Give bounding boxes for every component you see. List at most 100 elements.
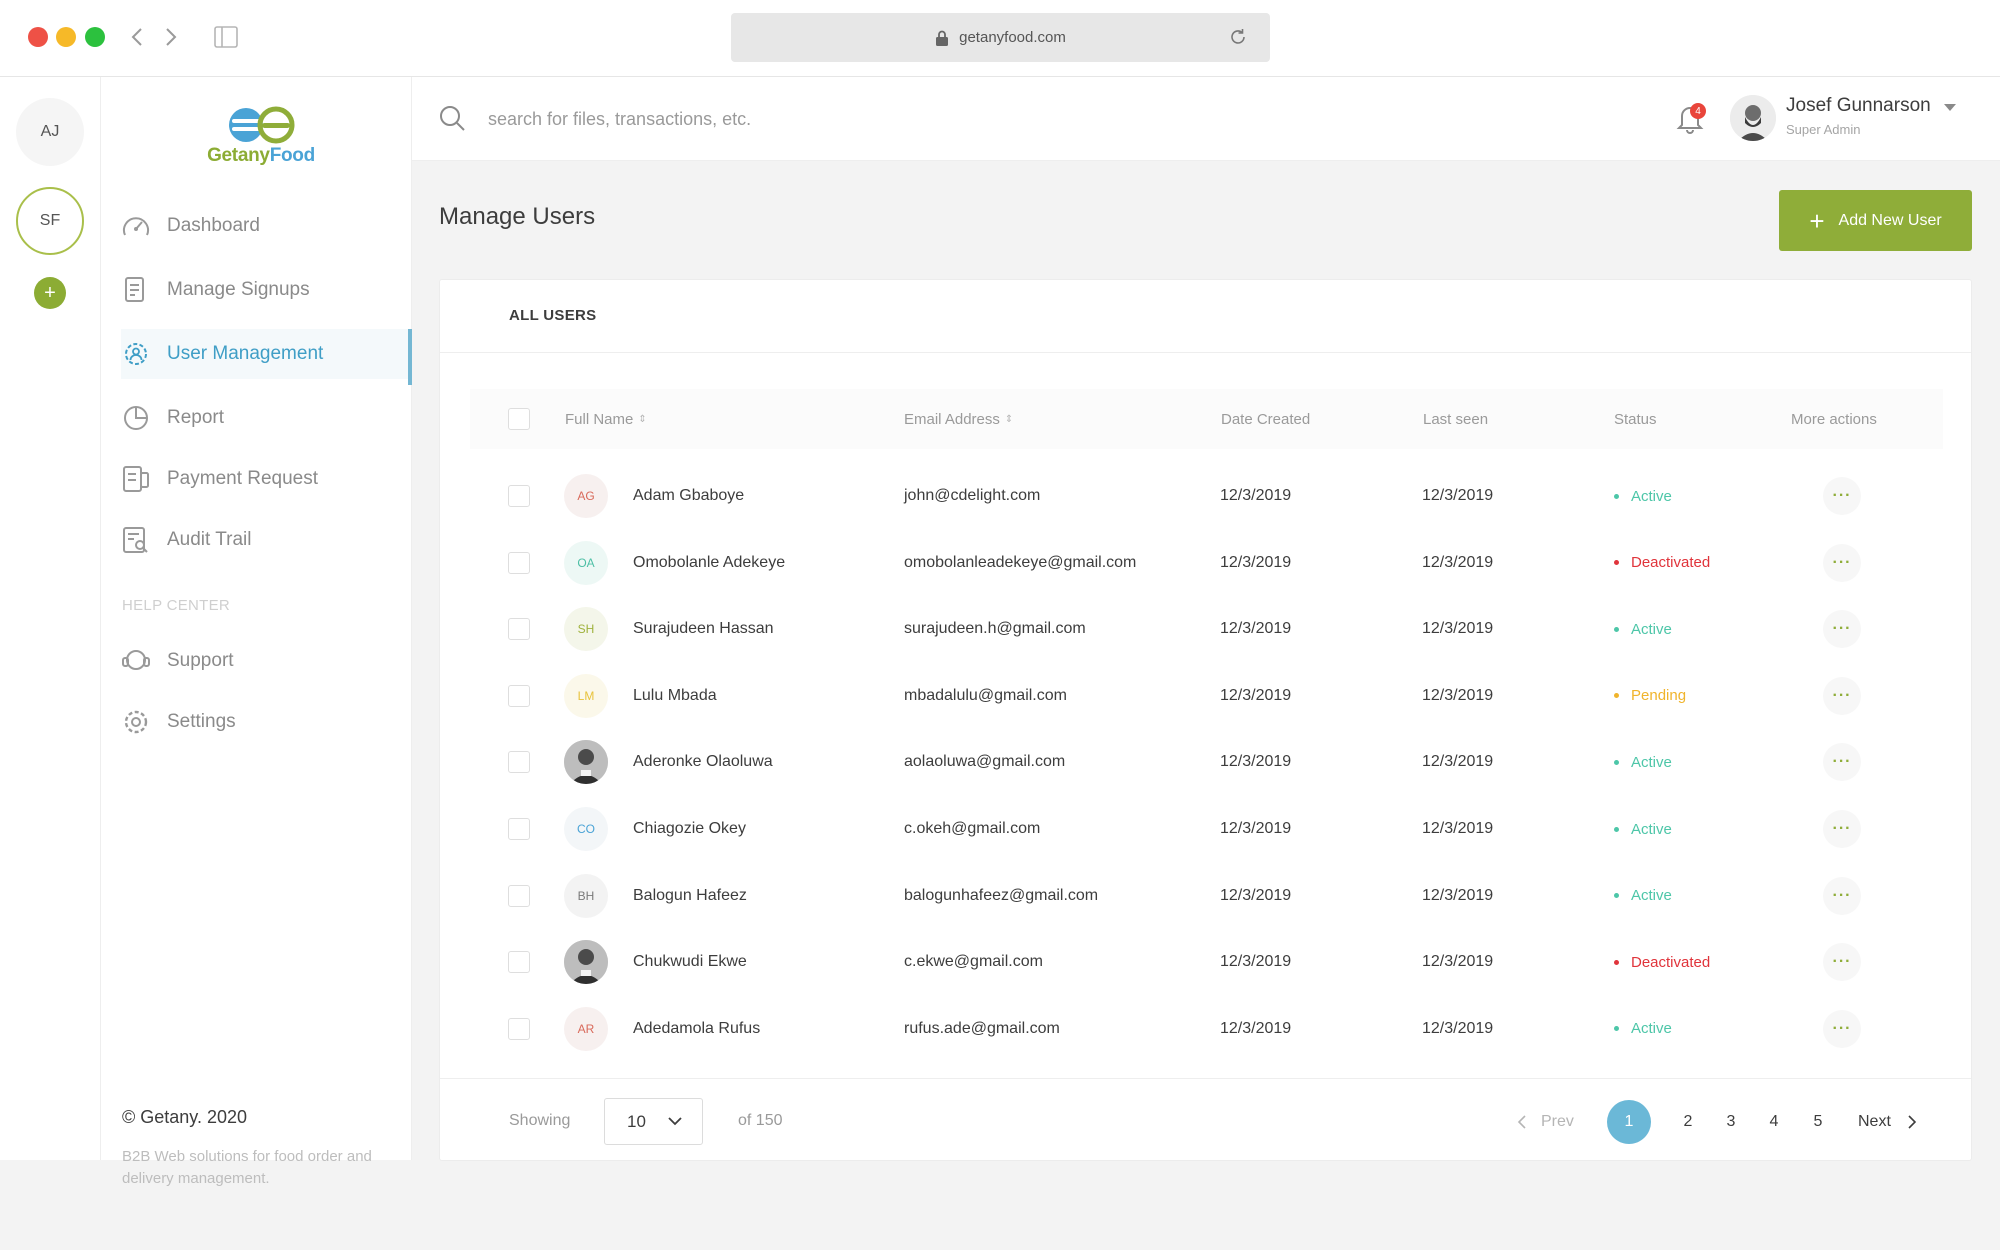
more-actions-button[interactable]: ··· bbox=[1823, 943, 1861, 982]
page-size-select[interactable]: 10 bbox=[604, 1098, 703, 1145]
chevron-down-icon bbox=[668, 1117, 682, 1126]
table-row[interactable]: LM Lulu Mbada mbadalulu@gmail.com 12/3/2019… bbox=[440, 663, 1973, 729]
sidebar-item-manage-signups[interactable]: Manage Signups bbox=[121, 265, 412, 315]
sidebar-item-support[interactable]: Support bbox=[121, 636, 412, 686]
maximize-window-button[interactable] bbox=[85, 27, 105, 47]
table-header: Full Name ⇕ Email Address ⇕ Date Created L… bbox=[470, 389, 1943, 449]
last-seen-cell: 12/3/2019 bbox=[1422, 487, 1494, 504]
sort-icon: ⇕ bbox=[638, 413, 647, 425]
sidebar-item-report[interactable]: Report bbox=[121, 393, 412, 443]
table-row[interactable]: Aderonke Olaoluwa aolaoluwa@gmail.com 12/3… bbox=[440, 729, 1973, 795]
address-bar[interactable]: getanyfood.com bbox=[731, 13, 1270, 62]
reload-icon[interactable] bbox=[1228, 27, 1248, 47]
lock-icon bbox=[936, 30, 949, 46]
brand-name: GetanyFood bbox=[207, 145, 315, 166]
email-cell: mbadalulu@gmail.com bbox=[904, 686, 1067, 704]
sidebar-item-user-management[interactable]: User Management bbox=[121, 329, 412, 385]
headset-icon bbox=[121, 646, 151, 676]
status-badge: Pending bbox=[1614, 663, 1686, 729]
table-row[interactable]: AG Adam Gbaboye john@cdelight.com 12/3/2019… bbox=[440, 463, 1973, 529]
users-card: ALL USERS Full Name ⇕ Email Address ⇕ Date… bbox=[439, 279, 1972, 1161]
avatar-initials: AR bbox=[564, 1006, 608, 1051]
more-actions-button[interactable]: ··· bbox=[1823, 743, 1861, 782]
avatar[interactable] bbox=[1730, 95, 1776, 141]
sidebar-item-dashboard[interactable]: Dashboard bbox=[121, 201, 412, 251]
row-checkbox[interactable] bbox=[508, 951, 530, 974]
page-button-2[interactable]: 2 bbox=[1666, 1100, 1710, 1144]
sidebar-item-payment-request[interactable]: Payment Request bbox=[121, 454, 412, 504]
sidebar-item-audit-trail[interactable]: Audit Trail bbox=[121, 515, 412, 565]
status-badge: Deactivated bbox=[1614, 929, 1710, 995]
email-cell: balogunhafeez@gmail.com bbox=[904, 886, 1099, 904]
table-row[interactable]: BH Balogun Hafeez balogunhafeez@gmail.com 1… bbox=[440, 863, 1973, 929]
last-seen-cell: 12/3/2019 bbox=[1422, 820, 1494, 837]
column-header-email[interactable]: Email Address ⇕ bbox=[904, 389, 1013, 449]
search-input[interactable] bbox=[488, 101, 1088, 137]
more-actions-button[interactable]: ··· bbox=[1823, 543, 1861, 582]
prev-page-button[interactable]: Prev bbox=[1517, 1100, 1574, 1144]
more-actions-button[interactable]: ··· bbox=[1823, 1009, 1861, 1048]
last-seen-cell: 12/3/2019 bbox=[1422, 886, 1494, 904]
status-dot bbox=[1614, 759, 1619, 765]
table-row[interactable]: Chukwudi Ekwe c.ekwe@gmail.com 12/3/2019 12… bbox=[440, 929, 1973, 995]
tab-all-users[interactable]: ALL USERS bbox=[509, 307, 596, 324]
status-badge: Active bbox=[1614, 796, 1672, 862]
row-checkbox[interactable] bbox=[508, 751, 530, 774]
add-workspace-button[interactable]: + bbox=[34, 277, 66, 309]
sidebar-item-settings[interactable]: Settings bbox=[121, 697, 412, 747]
page-button-4[interactable]: 4 bbox=[1752, 1100, 1796, 1144]
row-checkbox[interactable] bbox=[508, 1017, 530, 1040]
table-row[interactable]: OA Omobolanle Adekeye omobolanleadekeye@gm… bbox=[440, 530, 1973, 596]
last-seen-cell: 12/3/2019 bbox=[1422, 753, 1494, 771]
page-button-1[interactable]: 1 bbox=[1607, 1100, 1651, 1144]
caret-down-icon[interactable] bbox=[1943, 103, 1957, 113]
more-actions-button[interactable]: ··· bbox=[1823, 876, 1861, 915]
row-checkbox[interactable] bbox=[508, 485, 530, 507]
status-badge: Active bbox=[1614, 729, 1672, 795]
brand-logo[interactable]: GetanyFood bbox=[196, 105, 326, 167]
user-name[interactable]: Josef Gunnarson bbox=[1786, 95, 1931, 117]
row-checkbox[interactable] bbox=[508, 818, 530, 840]
date-created-cell: 12/3/2019 bbox=[1220, 953, 1292, 971]
chevron-left-icon bbox=[1517, 1115, 1526, 1129]
more-actions-button[interactable]: ··· bbox=[1823, 676, 1861, 715]
status-badge: Active bbox=[1614, 863, 1672, 929]
minimize-window-button[interactable] bbox=[56, 27, 76, 47]
avatar-initials: AG bbox=[564, 474, 608, 518]
back-arrow-icon[interactable] bbox=[124, 22, 150, 52]
row-checkbox[interactable] bbox=[508, 551, 530, 574]
last-seen-cell: 12/3/2019 bbox=[1422, 620, 1494, 638]
status-dot bbox=[1614, 893, 1619, 899]
column-header-full-name[interactable]: Full Name ⇕ bbox=[565, 389, 647, 449]
column-header-more-actions: More actions bbox=[1791, 410, 1877, 428]
table-row[interactable]: CO Chiagozie Okey c.okeh@gmail.com 12/3/201… bbox=[440, 796, 1973, 862]
select-all-checkbox[interactable] bbox=[508, 408, 530, 430]
row-checkbox[interactable] bbox=[508, 684, 530, 707]
close-window-button[interactable] bbox=[28, 27, 48, 47]
row-checkbox[interactable] bbox=[508, 618, 530, 641]
workspace-avatar[interactable]: AJ bbox=[16, 98, 84, 166]
notification-badge: 4 bbox=[1690, 103, 1706, 119]
table-row[interactable]: AR Adedamola Rufus rufus.ade@gmail.com 12/3… bbox=[440, 996, 1973, 1062]
last-seen-cell: 12/3/2019 bbox=[1422, 686, 1494, 704]
more-actions-button[interactable]: ··· bbox=[1823, 610, 1861, 649]
more-actions-button[interactable]: ··· bbox=[1823, 477, 1861, 515]
page-button-5[interactable]: 5 bbox=[1796, 1100, 1840, 1144]
column-header-last-seen: Last seen bbox=[1423, 410, 1489, 428]
forward-arrow-icon[interactable] bbox=[158, 22, 184, 52]
sidebar-toggle-icon[interactable] bbox=[214, 26, 238, 48]
workspace-avatar-selected[interactable]: SF bbox=[16, 187, 84, 255]
add-new-user-button[interactable]: + Add New User bbox=[1779, 190, 1972, 251]
row-checkbox[interactable] bbox=[508, 884, 530, 907]
more-actions-button[interactable]: ··· bbox=[1823, 810, 1861, 848]
page-button-3[interactable]: 3 bbox=[1709, 1100, 1753, 1144]
user-name-cell: Surajudeen Hassan bbox=[633, 620, 774, 638]
next-page-button[interactable]: Next bbox=[1858, 1100, 1917, 1144]
date-created-cell: 12/3/2019 bbox=[1220, 1019, 1292, 1037]
user-name-cell: Aderonke Olaoluwa bbox=[633, 753, 773, 771]
status-dot bbox=[1614, 493, 1619, 499]
receipt-icon bbox=[121, 464, 151, 494]
table-row[interactable]: SH Surajudeen Hassan surajudeen.h@gmail.co… bbox=[440, 596, 1973, 662]
email-cell: aolaoluwa@gmail.com bbox=[904, 753, 1066, 771]
avatar-initials: SH bbox=[564, 607, 608, 652]
